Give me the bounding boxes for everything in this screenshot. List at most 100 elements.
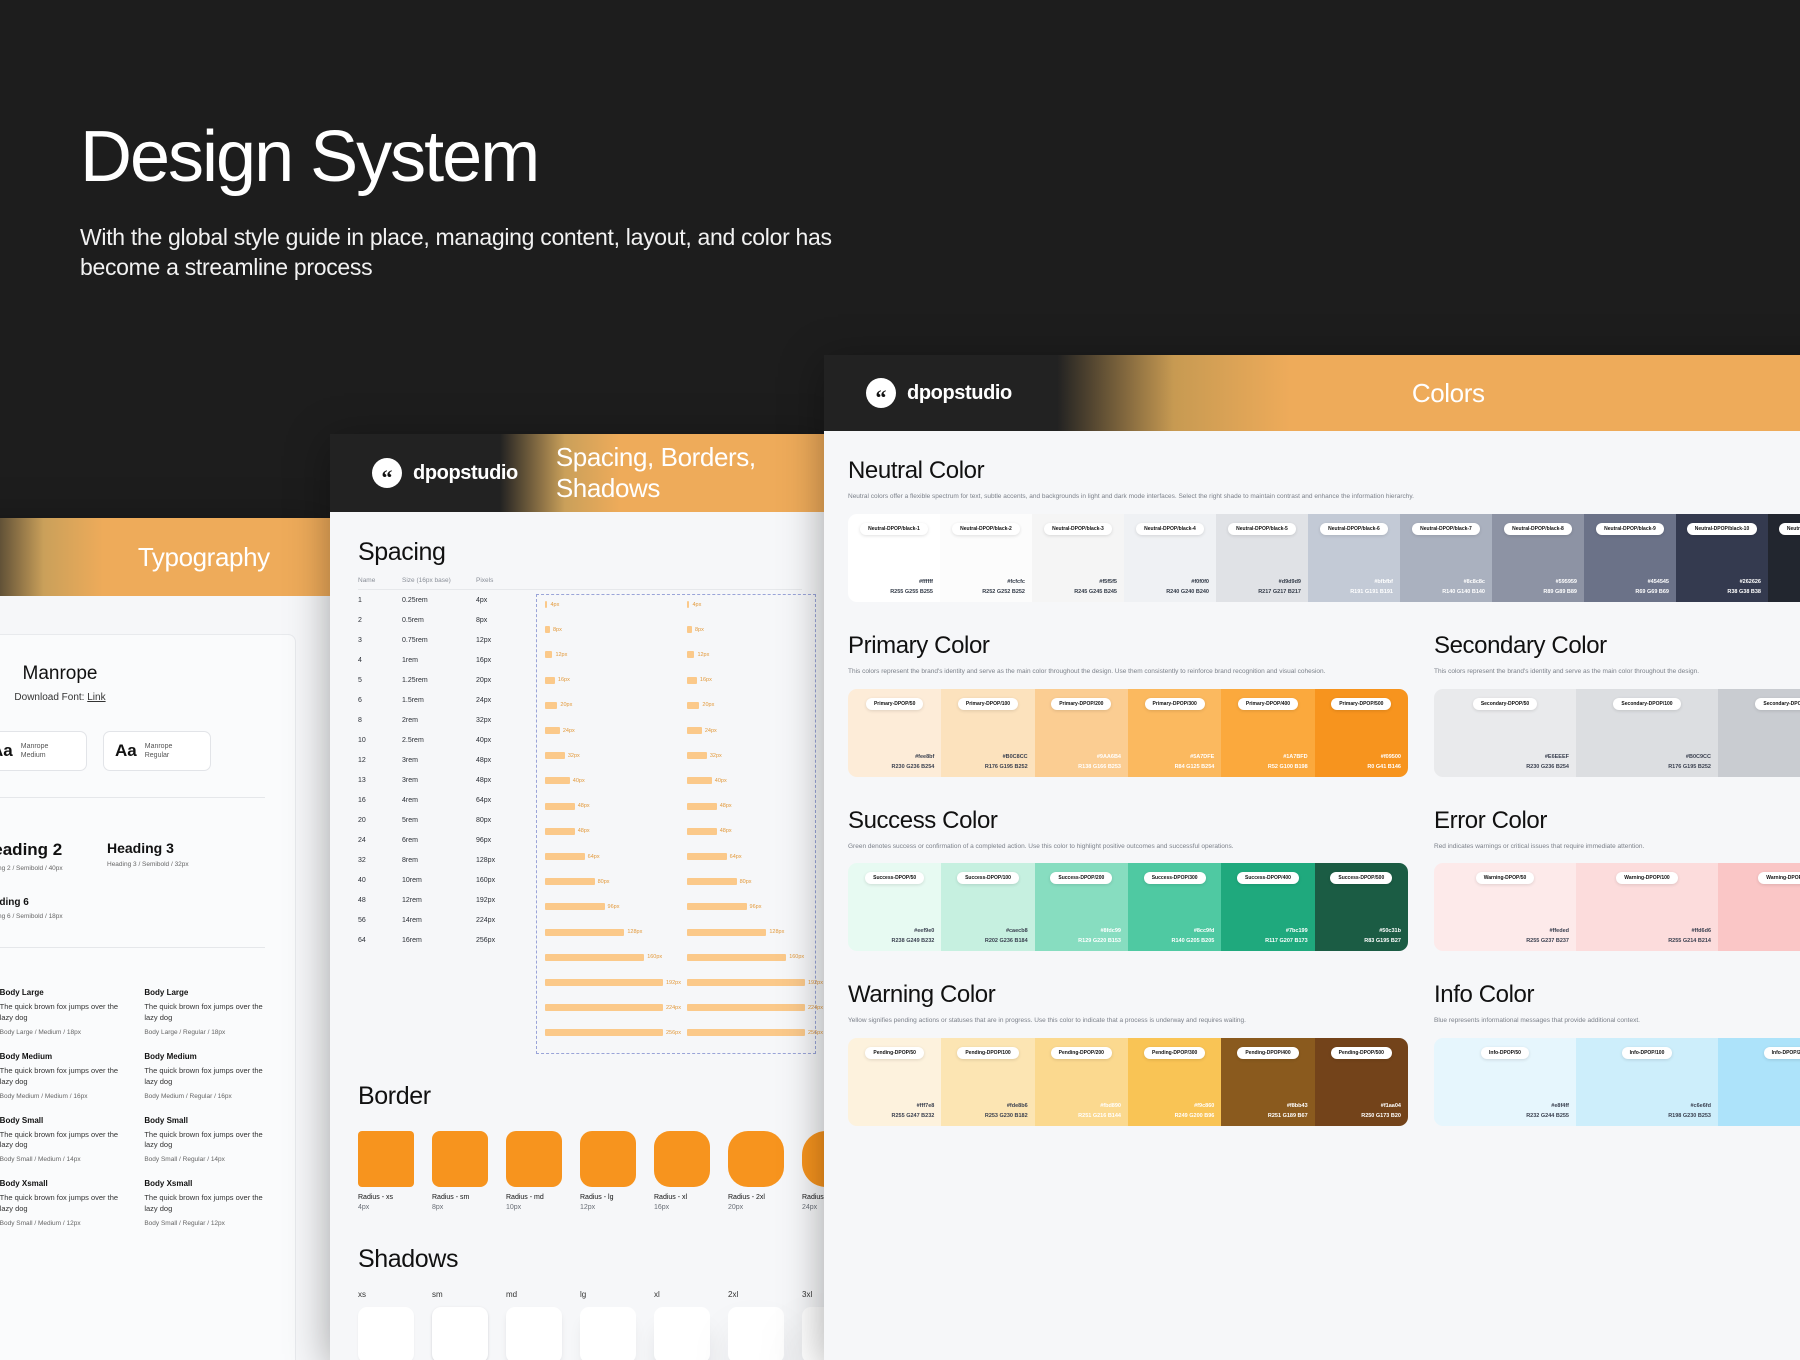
spacing-bar: 4px <box>687 601 701 608</box>
swatch-name: Info-DPOP/100 <box>1622 1047 1673 1059</box>
color-swatch[interactable]: Primary-DPOP/100#B0C8CCR176 G195 B252 <box>941 689 1034 777</box>
color-swatch[interactable]: Success-DPOP/400#7bc199R117 G207 B173 <box>1221 863 1314 951</box>
color-swatch[interactable]: Neutral-DPOP/black-7#8c8c8cR140 G140 B14… <box>1400 514 1492 602</box>
swatch-hex: #8fdc99 <box>1100 928 1121 934</box>
color-swatch[interactable]: Pending-DPOP/100#fde8b6R253 G230 B182 <box>941 1038 1034 1126</box>
spacing-bar-label: 12px <box>555 652 567 658</box>
swatch-name: Pending-DPOP/500 <box>1331 1047 1392 1059</box>
color-swatch[interactable]: Neutral-DPOP/black-4#f0f0f0R240 G240 B24… <box>1124 514 1216 602</box>
color-swatch[interactable]: Neutral-DPOP/black-9#454545R69 G69 B69 <box>1584 514 1676 602</box>
warning-info-row: Warning Color Yellow signifies pending a… <box>848 981 1800 1126</box>
font-family-name: Manrope <box>0 663 265 685</box>
color-swatch[interactable]: Pending-DPOP/500#f1aa04R250 G173 B20 <box>1315 1038 1408 1126</box>
swatch-rgb: R253 G230 B182 <box>985 1113 1028 1119</box>
spacing-bar-label: 40px <box>573 778 585 784</box>
shadow-swatch <box>506 1307 562 1360</box>
color-swatch[interactable]: Primary-DPOP/50#fee8bfR230 G236 B254 <box>848 689 941 777</box>
info-color-section: Info Color Blue represents informational… <box>1434 981 1800 1126</box>
color-swatch[interactable]: Success-DPOP/500#50c31bR83 G195 B27 <box>1315 863 1408 951</box>
color-swatch[interactable]: Neutral-DPOP/black-8#595959R89 G89 B89 <box>1492 514 1584 602</box>
color-swatch[interactable]: Secondary-DPOP/100#B0C9CCR176 G195 B252 <box>1576 689 1718 777</box>
border-radius-item: Radius - xl16px <box>654 1131 710 1211</box>
color-swatch[interactable]: Success-DPOP/50#eef9e0R238 G249 B232 <box>848 863 941 951</box>
swatch-hex: #f09500 <box>1381 754 1401 760</box>
swatch-hex: #fee8bf <box>915 754 934 760</box>
shadow-item: md <box>506 1290 562 1360</box>
swatch-rgb: R69 G69 B69 <box>1635 589 1669 595</box>
color-swatch[interactable]: Info-DPOP/100#c6e6fdR198 G230 B253 <box>1576 1038 1718 1126</box>
color-swatch[interactable]: Secondary-DPOP/50#E6EEEFR230 G236 B254 <box>1434 689 1576 777</box>
spacing-bar: 80px <box>545 878 610 885</box>
body-section-label: Body <box>0 960 265 974</box>
body-label: Body Medium <box>144 1052 265 1061</box>
spacing-bar: 192px <box>545 979 681 986</box>
color-swatch[interactable]: Success-DPOP/300#8cc9fdR140 G205 B205 <box>1128 863 1221 951</box>
aa-meta: ManropeRegular <box>145 742 173 761</box>
color-swatch[interactable]: Neutral-DPOP/black-3#f5f5f5R245 G245 B24… <box>1032 514 1124 602</box>
aa-meta: ManropeMedium <box>21 742 49 761</box>
body-specimen: Body MediumThe quick brown fox jumps ove… <box>0 1052 120 1100</box>
color-swatch[interactable]: Warning-DPOP/200#ffbcbcR255 G188 B188 <box>1718 863 1800 951</box>
color-swatch[interactable]: Primary-DPOP/200#9AA6B4R138 G166 B253 <box>1035 689 1128 777</box>
spacing-name: 3 <box>358 637 402 644</box>
color-swatch[interactable]: Info-DPOP/50#e8f4ffR232 G244 B255 <box>1434 1038 1576 1126</box>
spacing-bar-label: 192px <box>666 980 681 986</box>
spacing-bar: 192px <box>687 979 823 986</box>
color-swatch[interactable]: Neutral-DPOP/black-11#1b1b1bR27 G27 B27 <box>1768 514 1800 602</box>
color-swatch[interactable]: Success-DPOP/200#8fdc99R129 G220 B153 <box>1035 863 1128 951</box>
body-specimen: Body XsmallThe quick brown fox jumps ove… <box>144 1179 265 1227</box>
primary-heading: Primary Color <box>848 632 1408 660</box>
warning-description: Yellow signifies pending actions or stat… <box>848 1016 1408 1026</box>
color-swatch[interactable]: Pending-DPOP/200#fbd890R251 G216 B144 <box>1035 1038 1128 1126</box>
swatch-name: Success-DPOP/100 <box>957 872 1019 884</box>
spacing-pixels: 24px <box>476 697 536 704</box>
success-color-section: Success Color Green denotes success or c… <box>848 807 1408 952</box>
neutral-heading: Neutral Color <box>848 457 1800 485</box>
color-swatch[interactable]: Neutral-DPOP/black-2#fcfcfcR252 G252 B25… <box>940 514 1032 602</box>
spacing-bar-label: 96px <box>750 904 762 910</box>
color-swatch[interactable]: Neutral-DPOP/black-1#ffffffR255 G255 B25… <box>848 514 940 602</box>
color-swatch[interactable]: Primary-DPOP/300#5A7DFER84 G125 B254 <box>1128 689 1221 777</box>
color-swatch[interactable]: Secondary-DPOP/200#9AA6B4R138 G166 B253 <box>1718 689 1800 777</box>
swatch-name: Neutral-DPOP/black-3 <box>1044 523 1112 535</box>
swatch-rgb: R140 G205 B205 <box>1172 938 1215 944</box>
download-link[interactable]: Link <box>87 692 105 703</box>
swatch-rgb: R238 G249 B232 <box>892 938 935 944</box>
spacing-heading: Spacing <box>358 538 802 567</box>
color-swatch[interactable]: Pending-DPOP/50#fff7e8R255 G247 B232 <box>848 1038 941 1126</box>
spacing-size: 16rem <box>402 937 476 944</box>
color-swatch[interactable]: Primary-DPOP/400#1A7BFDR52 G100 B198 <box>1221 689 1314 777</box>
color-swatch[interactable]: Neutral-DPOP/black-5#d9d9d9R217 G217 B21… <box>1216 514 1308 602</box>
swatch-hex: #f1aa04 <box>1381 1103 1401 1109</box>
heading-section-label: Heading <box>0 810 265 824</box>
color-swatch[interactable]: Warning-DPOP/50#ffededR255 G237 B237 <box>1434 863 1576 951</box>
error-description: Red indicates warnings or critical issue… <box>1434 842 1800 852</box>
color-swatch[interactable]: Pending-DPOP/400#f8bb43R251 G189 B67 <box>1221 1038 1314 1126</box>
swatch-name: Neutral-DPOP/black-11 <box>1779 523 1800 535</box>
body-label: Body Xsmall <box>0 1179 120 1188</box>
color-swatch[interactable]: Neutral-DPOP/black-6#bfbfbfR191 G191 B19… <box>1308 514 1400 602</box>
swatch-name: Success-DPOP/50 <box>865 872 924 884</box>
swatch-name: Secondary-DPOP/100 <box>1613 698 1680 710</box>
body-specimen: Body SmallThe quick brown fox jumps over… <box>0 1116 120 1164</box>
swatch-rgb: R38 G38 B38 <box>1727 589 1761 595</box>
swatch-rgb: R217 G217 B217 <box>1258 589 1301 595</box>
color-swatch[interactable]: Primary-DPOP/500#f09500R0 G41 B146 <box>1315 689 1408 777</box>
swatch-name: Neutral-DPOP/black-8 <box>1504 523 1572 535</box>
swatch-hex: #B0C8CC <box>1003 754 1028 760</box>
colors-panel-header: “ dpopstudio Colors <box>824 355 1800 431</box>
spacing-bar: 20px <box>687 702 714 709</box>
swatch-rgb: R176 G195 B252 <box>985 764 1028 770</box>
color-swatch[interactable]: Success-DPOP/100#caecb8R202 G236 B184 <box>941 863 1034 951</box>
heading-meta: Heading 6 / Semibold / 18px <box>0 913 85 920</box>
color-swatch[interactable]: Pending-DPOP/300#f9c860R249 G200 B96 <box>1128 1038 1221 1126</box>
spacing-bar-label: 20px <box>560 702 572 708</box>
spacing-size: 3rem <box>402 777 476 784</box>
font-weight-chip: AaManropeRegular <box>103 731 211 771</box>
color-swatch[interactable]: Info-DPOP/200#a0d6fcR160 G214 B252 <box>1718 1038 1800 1126</box>
swatch-name: Secondary-DPOP/200 <box>1755 698 1800 710</box>
swatch-name: Success-DPOP/300 <box>1144 872 1206 884</box>
color-swatch[interactable]: Warning-DPOP/100#ffd6d6R255 G214 B214 <box>1576 863 1718 951</box>
spacing-bar-label: 32px <box>568 753 580 759</box>
color-swatch[interactable]: Neutral-DPOP/black-10#262626R38 G38 B38 <box>1676 514 1768 602</box>
